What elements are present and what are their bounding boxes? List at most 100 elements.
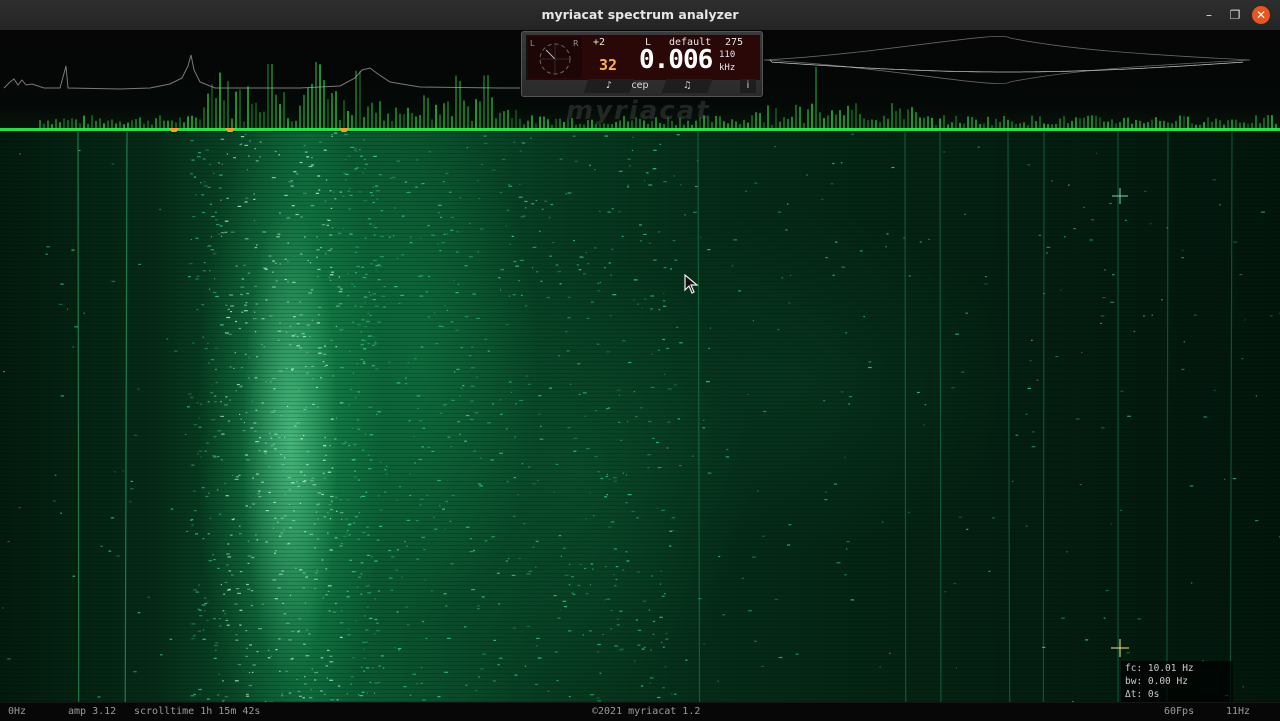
- noise-speckle: [311, 366, 314, 367]
- noise-speckle: [353, 459, 356, 460]
- noise-speckle: [889, 653, 891, 654]
- stereo-meter[interactable]: L R: [528, 37, 582, 78]
- noise-speckle: [673, 240, 676, 241]
- noise-speckle: [575, 161, 579, 162]
- noise-speckle: [198, 152, 201, 153]
- harmonic-lines: [78, 132, 1232, 702]
- noise-speckle: [535, 567, 536, 568]
- noise-speckle: [375, 682, 378, 683]
- noise-speckle: [60, 284, 63, 285]
- noise-speckle: [443, 405, 446, 406]
- noise-speckle: [620, 211, 621, 212]
- noise-speckle: [436, 343, 439, 344]
- waterfall-spectrogram[interactable]: [0, 132, 1280, 702]
- readout-fc: fc: 10.01 Hz: [1125, 663, 1194, 674]
- noise-speckle: [352, 322, 354, 323]
- noise-speckle: [484, 339, 487, 340]
- noise-speckle: [606, 351, 609, 352]
- fft-size-value[interactable]: 110: [719, 50, 735, 60]
- noise-speckle: [200, 404, 202, 405]
- noise-speckle: [579, 269, 582, 270]
- status-scrolltime[interactable]: scrolltime 1h 15m 42s: [134, 706, 260, 717]
- noise-speckle: [289, 527, 291, 528]
- noise-speckle: [442, 326, 444, 327]
- noise-speckle: [1068, 185, 1070, 186]
- noise-speckle: [484, 143, 488, 144]
- mode-value[interactable]: 32: [599, 56, 617, 74]
- noise-speckle: [666, 348, 669, 349]
- noise-speckle: [370, 434, 373, 435]
- noise-speckle: [197, 276, 200, 277]
- noise-speckle: [362, 496, 366, 497]
- noise-speckle: [246, 584, 249, 585]
- noise-speckle: [382, 296, 386, 297]
- noise-speckle: [639, 224, 642, 225]
- noise-speckle: [477, 251, 479, 252]
- readout-bw: bw: 0.00 Hz: [1125, 676, 1188, 687]
- noise-speckle: [422, 183, 425, 184]
- noise-speckle: [306, 352, 308, 353]
- noise-speckle: [299, 314, 303, 315]
- noise-speckle: [399, 486, 401, 487]
- noise-speckle: [372, 667, 374, 668]
- cep-button[interactable]: cep: [620, 79, 660, 93]
- noise-speckle: [1242, 358, 1244, 359]
- noise-speckle: [445, 501, 448, 502]
- noise-speckle: [380, 256, 384, 257]
- noise-speckle: [316, 387, 318, 388]
- noise-speckle: [246, 630, 248, 631]
- noise-speckle: [250, 427, 253, 428]
- noise-speckle: [270, 656, 272, 657]
- noise-speckle: [832, 163, 834, 164]
- noise-speckle: [306, 373, 308, 374]
- noise-speckle: [1224, 479, 1225, 480]
- noise-speckle: [612, 294, 616, 295]
- noise-speckle: [286, 332, 288, 333]
- gain-value[interactable]: +2: [593, 37, 605, 48]
- noise-speckle: [375, 185, 378, 186]
- noise-speckle: [796, 654, 799, 655]
- noise-speckle: [46, 246, 50, 247]
- noise-speckle: [167, 338, 169, 339]
- noise-speckle: [437, 480, 441, 481]
- close-button[interactable]: ✕: [1252, 6, 1270, 24]
- noise-speckle: [268, 650, 269, 651]
- maximize-button[interactable]: ❐: [1226, 6, 1244, 24]
- noise-speckle: [297, 486, 299, 487]
- minimize-button[interactable]: –: [1200, 6, 1218, 24]
- noise-speckle: [842, 267, 846, 268]
- noise-speckle: [1214, 390, 1216, 391]
- info-button[interactable]: i: [740, 79, 756, 93]
- noise-speckle: [363, 361, 365, 362]
- noise-speckle: [305, 152, 308, 153]
- noise-speckle: [426, 638, 428, 639]
- noise-speckle: [1190, 485, 1194, 486]
- noise-speckle: [348, 273, 349, 274]
- noise-speckle: [622, 236, 624, 237]
- noise-speckle: [289, 489, 291, 490]
- noise-speckle: [258, 628, 262, 629]
- noise-speckle: [482, 654, 486, 655]
- status-amp[interactable]: amp 3.12: [68, 706, 116, 717]
- noise-speckle: [353, 373, 354, 374]
- noise-speckle: [322, 559, 323, 560]
- noise-speckle: [248, 377, 250, 378]
- noise-speckle: [214, 436, 217, 437]
- noise-speckle: [345, 159, 346, 160]
- bins-value[interactable]: 275: [725, 37, 743, 48]
- noise-speckle: [625, 502, 628, 503]
- noise-speckle: [378, 411, 381, 412]
- noise-speckle: [498, 277, 500, 278]
- noise-speckle: [335, 198, 337, 199]
- noise-speckle: [331, 340, 333, 341]
- noise-speckle: [442, 242, 445, 243]
- note-right-button[interactable]: ♫: [661, 79, 712, 93]
- noise-speckle: [346, 499, 349, 500]
- noise-speckle: [558, 271, 561, 272]
- noise-speckle: [466, 415, 469, 416]
- noise-speckle: [637, 571, 640, 572]
- noise-speckle: [519, 197, 523, 198]
- noise-speckle: [73, 347, 74, 348]
- noise-speckle: [389, 578, 393, 579]
- noise-speckle: [340, 622, 343, 623]
